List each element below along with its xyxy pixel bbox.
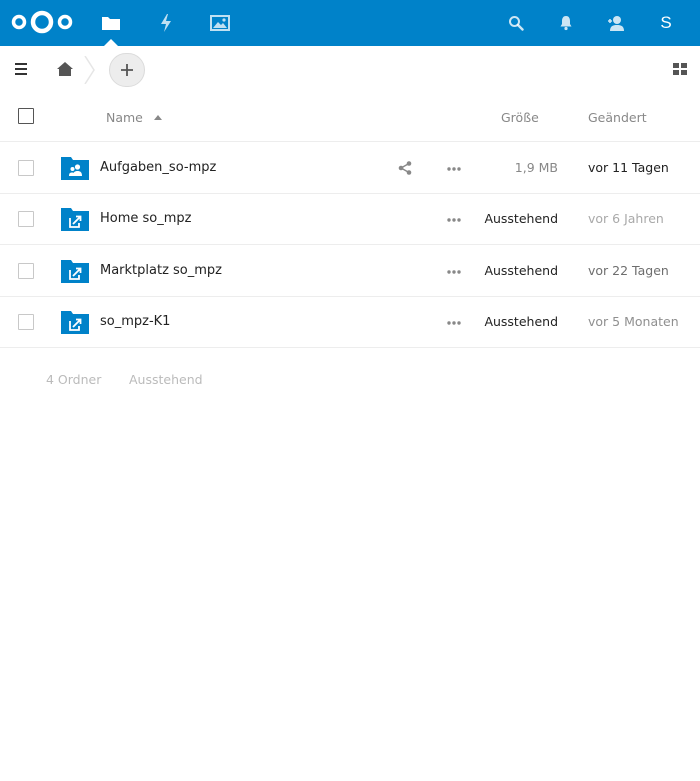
file-name[interactable]: Marktplatz so_mpz <box>100 263 222 278</box>
external-folder-icon <box>61 208 89 231</box>
table-row[interactable]: Marktplatz so_mpz Ausstehend vor 22 Tage… <box>0 245 700 297</box>
external-folder-icon <box>61 311 89 334</box>
sort-ascending-icon <box>154 115 162 120</box>
row-checkbox[interactable] <box>18 211 34 227</box>
file-name[interactable]: Home so_mpz <box>100 211 192 226</box>
contacts-button[interactable] <box>591 0 641 46</box>
file-size: Ausstehend <box>484 263 558 278</box>
more-options-icon[interactable] <box>446 217 462 223</box>
folder-icon <box>102 17 120 30</box>
app-files[interactable] <box>88 0 134 46</box>
table-row[interactable]: so_mpz-K1 Ausstehend vor 5 Monaten <box>0 296 700 348</box>
column-modified-header[interactable]: Geändert <box>588 110 647 125</box>
select-all-checkbox[interactable] <box>18 108 34 124</box>
column-name-header[interactable]: Name <box>106 110 143 125</box>
app-activity[interactable] <box>143 0 189 46</box>
summary-folder-count: 4 Ordner <box>46 372 102 387</box>
file-list-header: Name Größe Geändert <box>0 94 700 142</box>
shared-folder-icon <box>61 157 89 180</box>
controls-bar <box>0 46 700 94</box>
navigation-toggle-button[interactable] <box>10 58 32 80</box>
image-icon <box>210 15 230 31</box>
new-file-button[interactable] <box>109 53 145 87</box>
file-name[interactable]: so_mpz-K1 <box>100 314 170 329</box>
notifications-button[interactable] <box>541 0 591 46</box>
search-icon <box>509 16 524 31</box>
search-button[interactable] <box>491 0 541 46</box>
user-menu-button[interactable]: S <box>641 0 691 46</box>
row-checkbox[interactable] <box>18 263 34 279</box>
row-checkbox[interactable] <box>18 314 34 330</box>
file-size: Ausstehend <box>484 314 558 329</box>
breadcrumb-home[interactable] <box>53 58 77 80</box>
row-checkbox[interactable] <box>18 160 34 176</box>
file-list-summary: 4 Ordner Ausstehend <box>0 348 700 410</box>
bell-icon <box>560 16 572 31</box>
share-icon[interactable] <box>397 160 413 176</box>
hamburger-menu-icon <box>15 63 27 75</box>
lightning-icon <box>161 14 171 32</box>
plus-icon <box>121 64 133 76</box>
top-header: S <box>0 0 700 46</box>
table-row[interactable]: Home so_mpz Ausstehend vor 6 Jahren <box>0 193 700 245</box>
column-size-header[interactable]: Größe <box>501 110 539 125</box>
home-icon <box>57 62 73 76</box>
breadcrumb-separator-icon <box>84 56 95 84</box>
file-size: 1,9 MB <box>514 160 558 175</box>
more-options-icon[interactable] <box>446 320 462 326</box>
more-options-icon[interactable] <box>446 166 462 172</box>
summary-total-size: Ausstehend <box>129 372 203 387</box>
file-modified: vor 11 Tagen <box>588 160 669 175</box>
file-modified: vor 22 Tagen <box>588 263 669 278</box>
file-modified: vor 5 Monaten <box>588 314 679 329</box>
file-modified: vor 6 Jahren <box>588 211 664 226</box>
file-size: Ausstehend <box>484 211 558 226</box>
external-folder-icon <box>61 260 89 283</box>
contacts-icon <box>608 16 624 31</box>
nextcloud-logo-icon[interactable] <box>11 9 73 35</box>
app-gallery[interactable] <box>197 0 243 46</box>
file-name[interactable]: Aufgaben_so-mpz <box>100 160 216 175</box>
grid-view-toggle-icon[interactable] <box>672 61 688 77</box>
more-options-icon[interactable] <box>446 269 462 275</box>
table-row[interactable]: Aufgaben_so-mpz 1,9 MB vor 11 Tagen <box>0 142 700 194</box>
avatar: S <box>660 13 672 32</box>
